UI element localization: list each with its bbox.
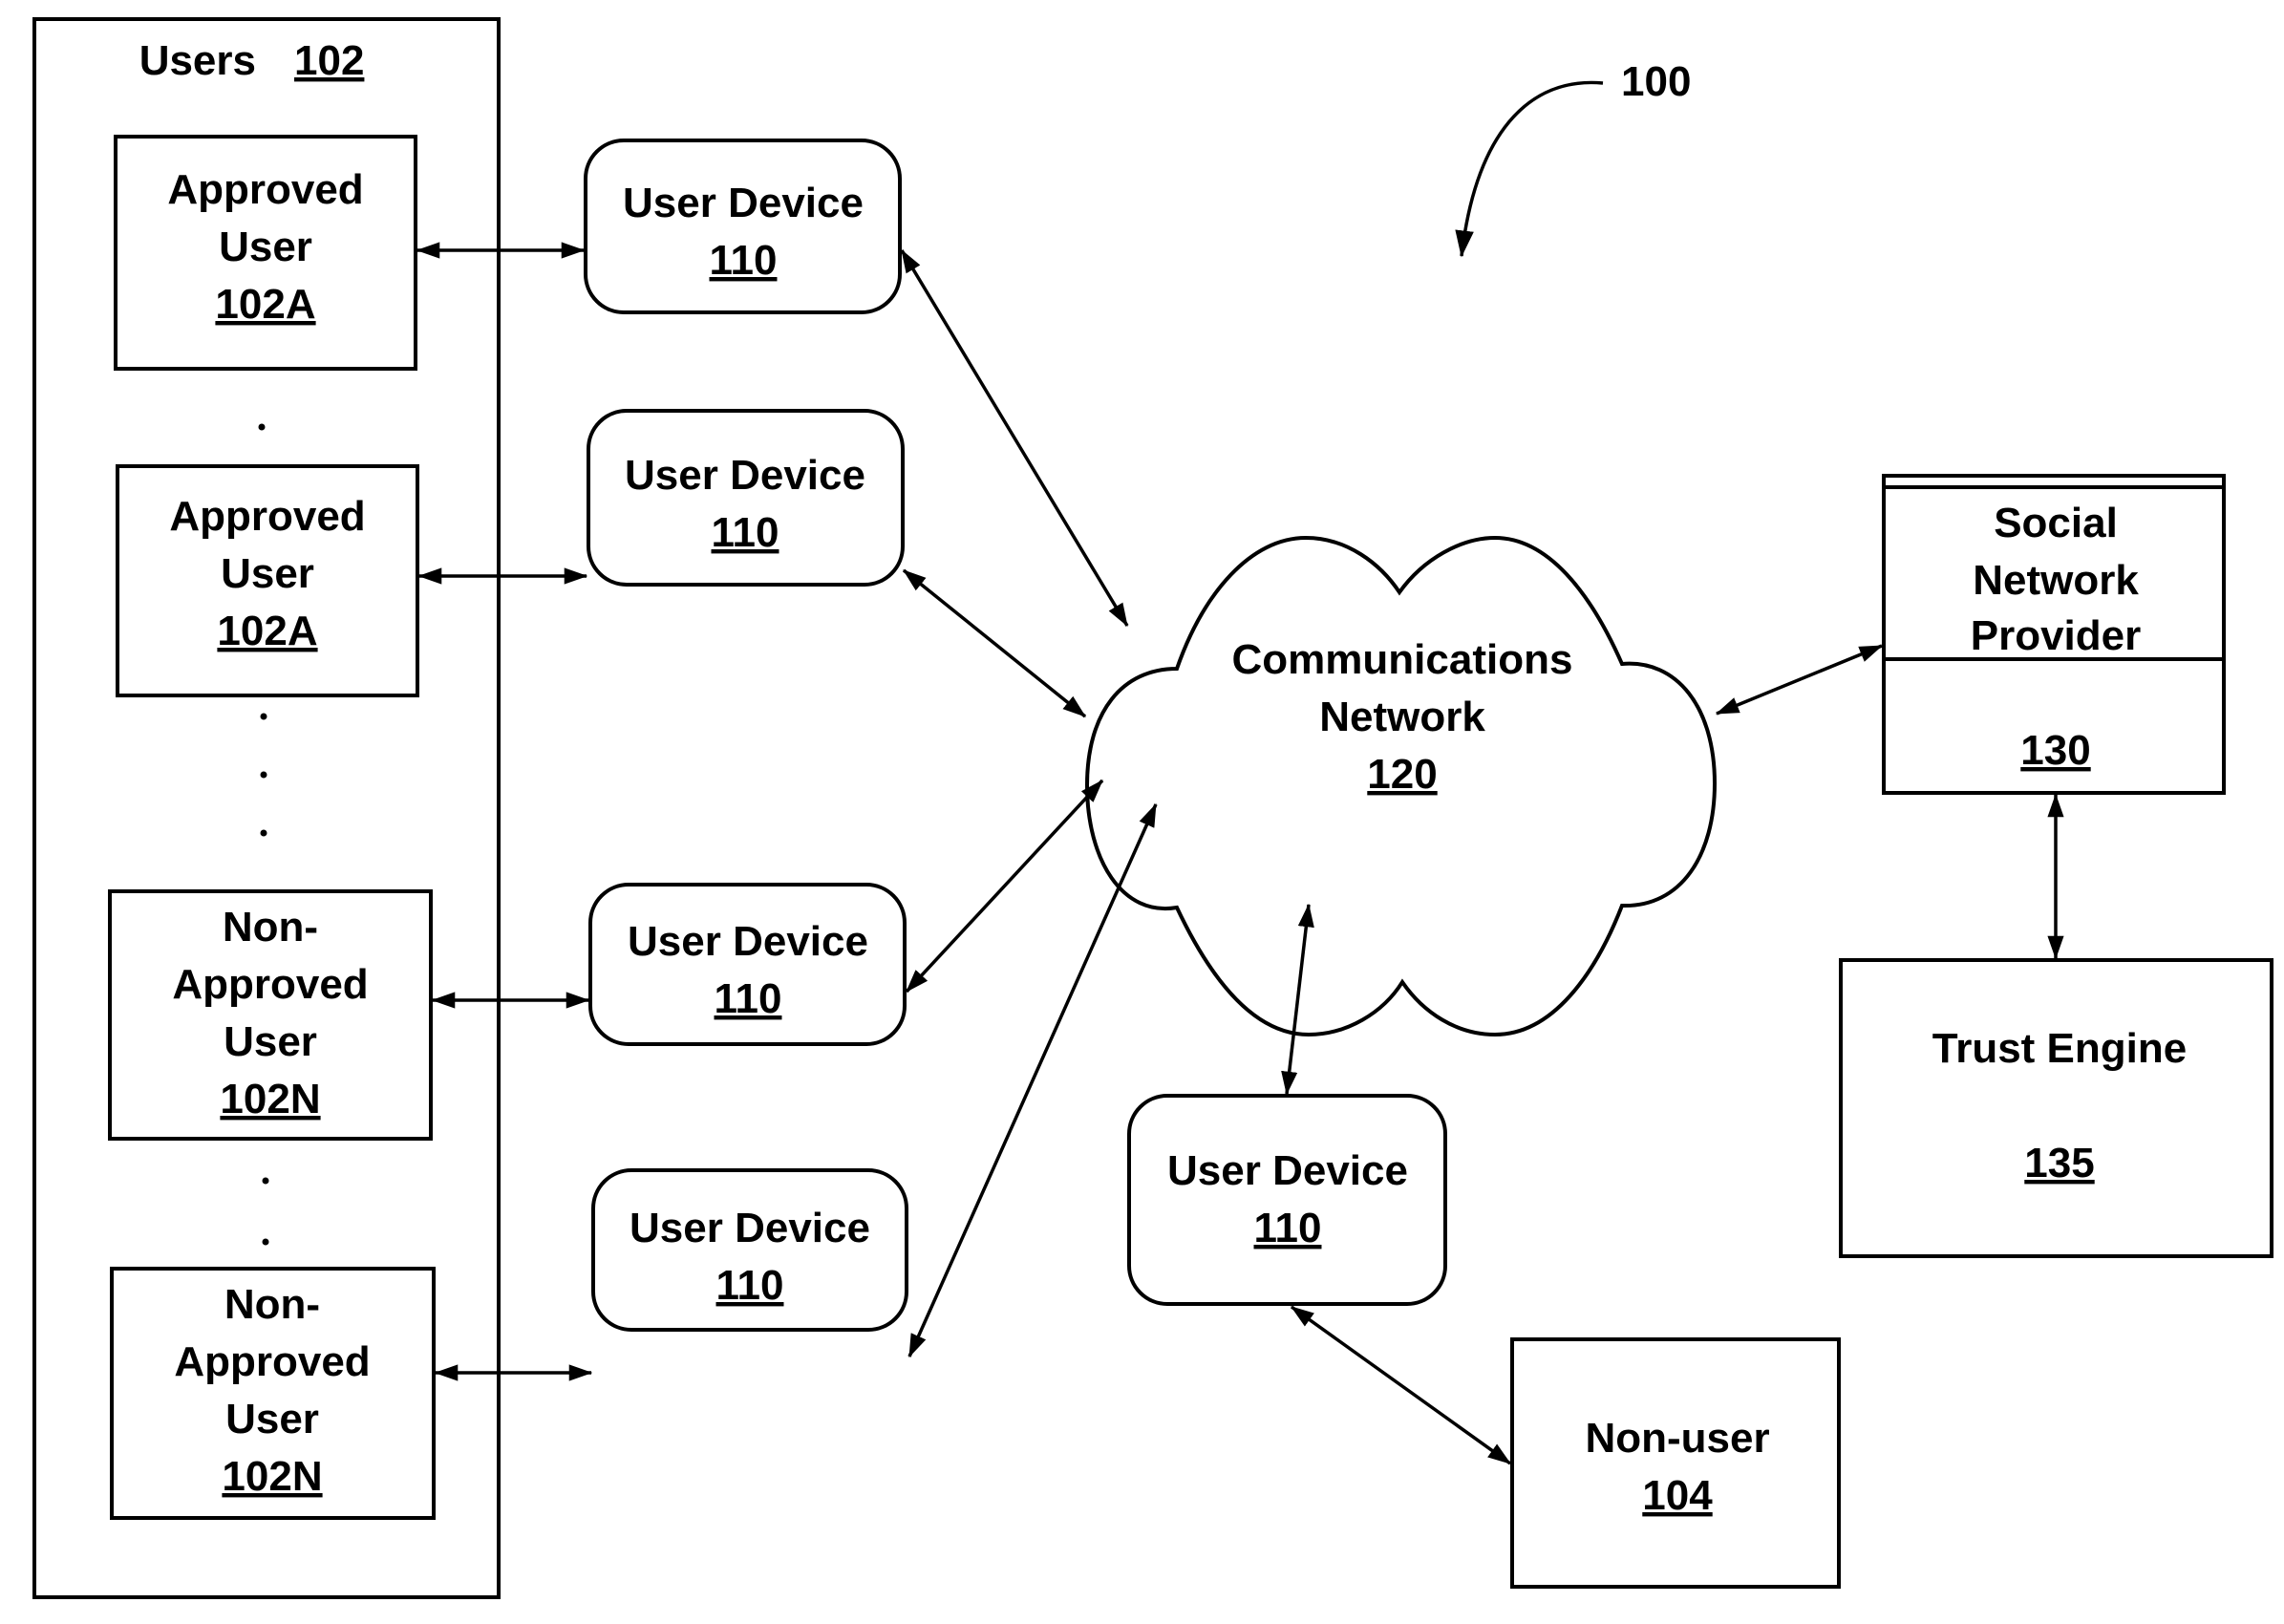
trust-engine-frame xyxy=(1839,958,2273,1258)
social-network-provider-label-line-1: Social xyxy=(1994,500,2118,546)
user-device-label: User Device xyxy=(630,1205,870,1251)
ellipsis-dot xyxy=(260,713,267,720)
user-device-box[interactable]: User Device 110 xyxy=(584,139,902,314)
trust-engine-box[interactable]: Trust Engine 135 xyxy=(1839,958,2273,1258)
ellipsis-dot xyxy=(258,423,266,431)
ellipsis-dot xyxy=(260,829,267,837)
social-network-provider-ref: 130 xyxy=(2020,727,2090,774)
network-label-line-2: Network xyxy=(1319,694,1485,740)
non-approved-user-ref: 102N xyxy=(220,1076,320,1122)
approved-user-label-line-1: Approved xyxy=(167,166,363,213)
figure-reference-arrow xyxy=(1455,80,1604,258)
trust-engine-label: Trust Engine xyxy=(1932,1025,2187,1072)
network-ref: 120 xyxy=(1367,751,1437,798)
arrow-device1-network xyxy=(900,248,1129,628)
user-device-frame xyxy=(584,139,902,314)
user-device-ref: 110 xyxy=(1254,1205,1322,1251)
ellipsis-dot xyxy=(260,771,267,779)
non-approved-user-box[interactable]: Non- Approved User 102N xyxy=(108,889,433,1141)
non-user-box[interactable]: Non-user 104 xyxy=(1510,1337,1841,1589)
user-device-label: User Device xyxy=(623,180,864,226)
approved-user-ref: 102A xyxy=(215,281,315,328)
arrow-network-snp xyxy=(1715,644,1884,716)
ellipsis-dot xyxy=(262,1238,269,1246)
non-approved-user-label-line-1: Non- xyxy=(223,904,318,951)
user-device-box[interactable]: User Device 110 xyxy=(588,883,907,1046)
approved-user-box[interactable]: Approved User 102A xyxy=(114,135,417,371)
non-approved-user-ref: 102N xyxy=(222,1453,322,1500)
users-group-ref: 102 xyxy=(294,37,364,84)
social-network-provider-label-line-3: Provider xyxy=(1971,612,2142,659)
arrow-device4-network xyxy=(907,802,1158,1358)
arrow-device5-nonuser xyxy=(1290,1305,1512,1465)
user-device-box[interactable]: User Device 110 xyxy=(591,1168,908,1332)
non-approved-user-label-line-2: Approved xyxy=(172,961,368,1008)
non-user-frame xyxy=(1510,1337,1841,1589)
user-device-ref: 110 xyxy=(712,509,779,556)
non-approved-user-label-line-3: User xyxy=(224,1018,317,1065)
network-label-line-1: Communications xyxy=(1232,636,1573,683)
users-group-title: Users xyxy=(139,37,256,84)
approved-user-box[interactable]: Approved User 102A xyxy=(116,464,419,697)
arrow-device3-network xyxy=(905,779,1104,994)
user-device-label: User Device xyxy=(1167,1147,1408,1194)
figure-reference-number: 100 xyxy=(1621,58,1691,105)
user-device-box[interactable]: User Device 110 xyxy=(587,409,905,587)
non-approved-user-label-line-1: Non- xyxy=(224,1281,320,1328)
social-network-provider-label-line-2: Network xyxy=(1973,557,2139,604)
non-user-ref: 104 xyxy=(1642,1472,1713,1519)
approved-user-label-line-1: Approved xyxy=(169,493,365,540)
arrow-device2-network xyxy=(902,568,1087,718)
approved-user-ref: 102A xyxy=(217,608,317,654)
approved-user-label-line-2: User xyxy=(219,224,312,270)
non-approved-user-label-line-2: Approved xyxy=(174,1338,370,1385)
user-device-label: User Device xyxy=(628,918,868,965)
user-device-ref: 110 xyxy=(710,237,778,284)
non-approved-user-label-line-3: User xyxy=(225,1396,319,1442)
social-network-provider-box[interactable]: Social Network Provider xyxy=(1882,474,2226,661)
trust-engine-ref: 135 xyxy=(2024,1140,2094,1186)
non-approved-user-box[interactable]: Non- Approved User 102N xyxy=(110,1267,436,1520)
non-user-label: Non-user xyxy=(1585,1415,1769,1462)
system-diagram: 100 Users 102 Approved User 102A Approve… xyxy=(32,17,2273,1599)
user-device-ref: 110 xyxy=(716,1262,784,1309)
figure-reference: 100 xyxy=(1455,58,1691,258)
approved-user-label-line-2: User xyxy=(221,550,314,597)
users-group: Users 102 Approved User 102A Approved Us… xyxy=(32,17,501,1599)
user-device-label: User Device xyxy=(625,452,865,499)
user-device-frame xyxy=(1127,1094,1447,1306)
ellipsis-dot xyxy=(262,1177,269,1185)
communications-network-cloud[interactable]: Communications Network 120 xyxy=(1084,535,1718,1037)
user-device-ref: 110 xyxy=(715,975,782,1022)
user-device-box[interactable]: User Device 110 xyxy=(1127,1094,1447,1306)
